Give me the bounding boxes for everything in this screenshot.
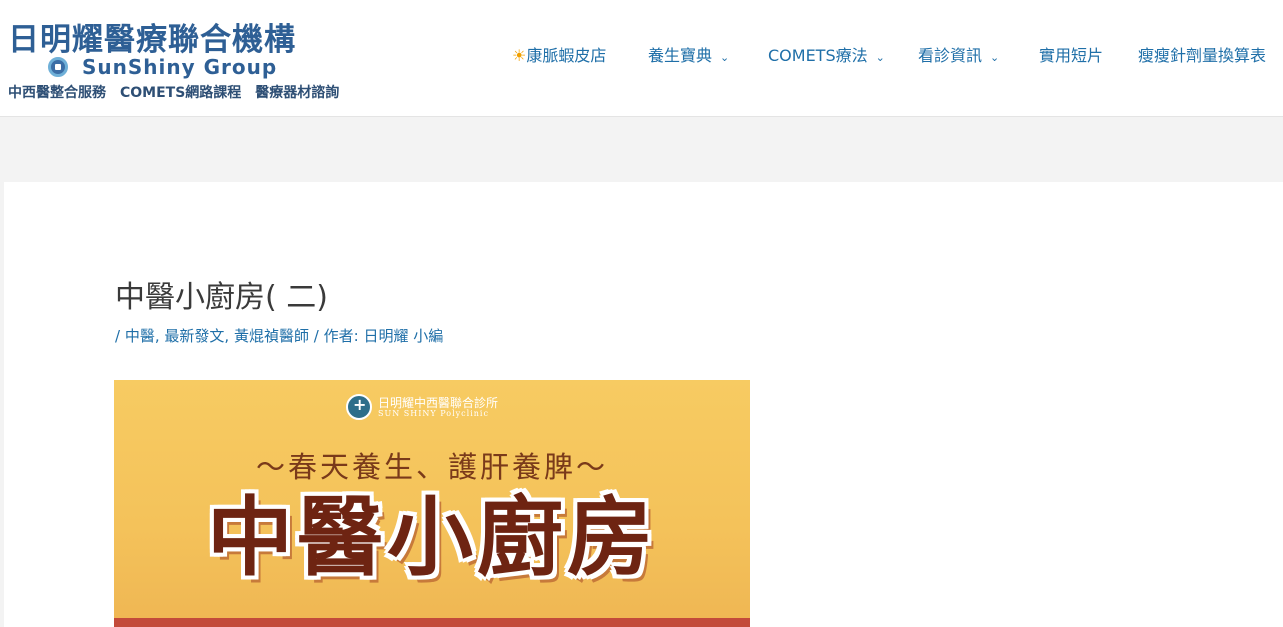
nav-item-label: 瘦瘦針劑量換算表 <box>1138 46 1267 65</box>
meta-prefix: / <box>115 327 121 345</box>
nav-item-health-guide[interactable]: 養生寶典 ⌄ <box>648 44 729 70</box>
nav-item-label: 看診資訊 <box>918 46 983 65</box>
nav-item-dosage-table[interactable]: 瘦瘦針劑量換算表 <box>1138 44 1266 68</box>
nav-item-short-videos[interactable]: 實用短片 <box>1039 44 1103 68</box>
category-link[interactable]: 黃焜禎醫師 <box>234 327 309 345</box>
meta-separator: , <box>224 327 234 345</box>
logo-emblem-icon <box>48 57 68 77</box>
clinic-english: SUN SHINY Polyclinic <box>378 409 489 418</box>
chevron-down-icon: ⌄ <box>720 51 730 64</box>
nav-item-comets-therapy[interactable]: COMETS療法 ⌄ <box>768 44 885 70</box>
sun-icon: ☀ <box>512 46 527 65</box>
site-header: 日明耀醫療聯合機構 SunShiny Group 中西醫整合服務 COMETS網… <box>0 0 1283 117</box>
logo-english: SunShiny Group <box>82 55 278 79</box>
logo-title: 日明耀醫療聯合機構 <box>8 22 296 58</box>
nav-item-label: 養生寶典 <box>648 46 713 65</box>
featured-image: 日明耀中西醫聯合診所 SUN SHINY Polyclinic ～春天養生、護肝… <box>114 380 750 627</box>
nav-item-clinic-info[interactable]: 看診資訊 ⌄ <box>918 44 999 70</box>
post-title: 中醫小廚房( 二) <box>115 280 328 315</box>
poster-subtitle: ～春天養生、護肝養脾～ <box>255 450 608 484</box>
post-meta: / 中醫, 最新發文, 黃焜禎醫師 / 作者: 日明耀 小編 <box>115 325 443 346</box>
poster-band <box>114 618 750 627</box>
nav-item-shopee-store[interactable]: ☀康脈蝦皮店 <box>512 44 606 68</box>
nav-item-label: COMETS療法 <box>768 46 868 65</box>
author-label: / 作者: <box>313 327 359 345</box>
category-link[interactable]: 最新發文 <box>164 327 224 345</box>
clinic-emblem-icon <box>346 394 372 420</box>
nav-item-label: 實用短片 <box>1039 46 1104 65</box>
chevron-down-icon: ⌄ <box>990 51 1000 64</box>
category-link[interactable]: 中醫 <box>125 327 155 345</box>
site-logo[interactable]: 日明耀醫療聯合機構 SunShiny Group 中西醫整合服務 COMETS網… <box>8 14 353 104</box>
logo-subtitle: 中西醫整合服務 COMETS網路課程 醫療器材諮詢 <box>8 85 340 101</box>
nav-item-label: 康脈蝦皮店 <box>526 46 607 65</box>
post-card: 中醫小廚房( 二) / 中醫, 最新發文, 黃焜禎醫師 / 作者: 日明耀 小編… <box>4 182 1283 627</box>
meta-separator: , <box>154 327 165 345</box>
chevron-down-icon: ⌄ <box>875 51 885 64</box>
author-link[interactable]: 日明耀 小編 <box>363 327 443 345</box>
poster-headline: 中醫小廚房 <box>207 488 657 588</box>
